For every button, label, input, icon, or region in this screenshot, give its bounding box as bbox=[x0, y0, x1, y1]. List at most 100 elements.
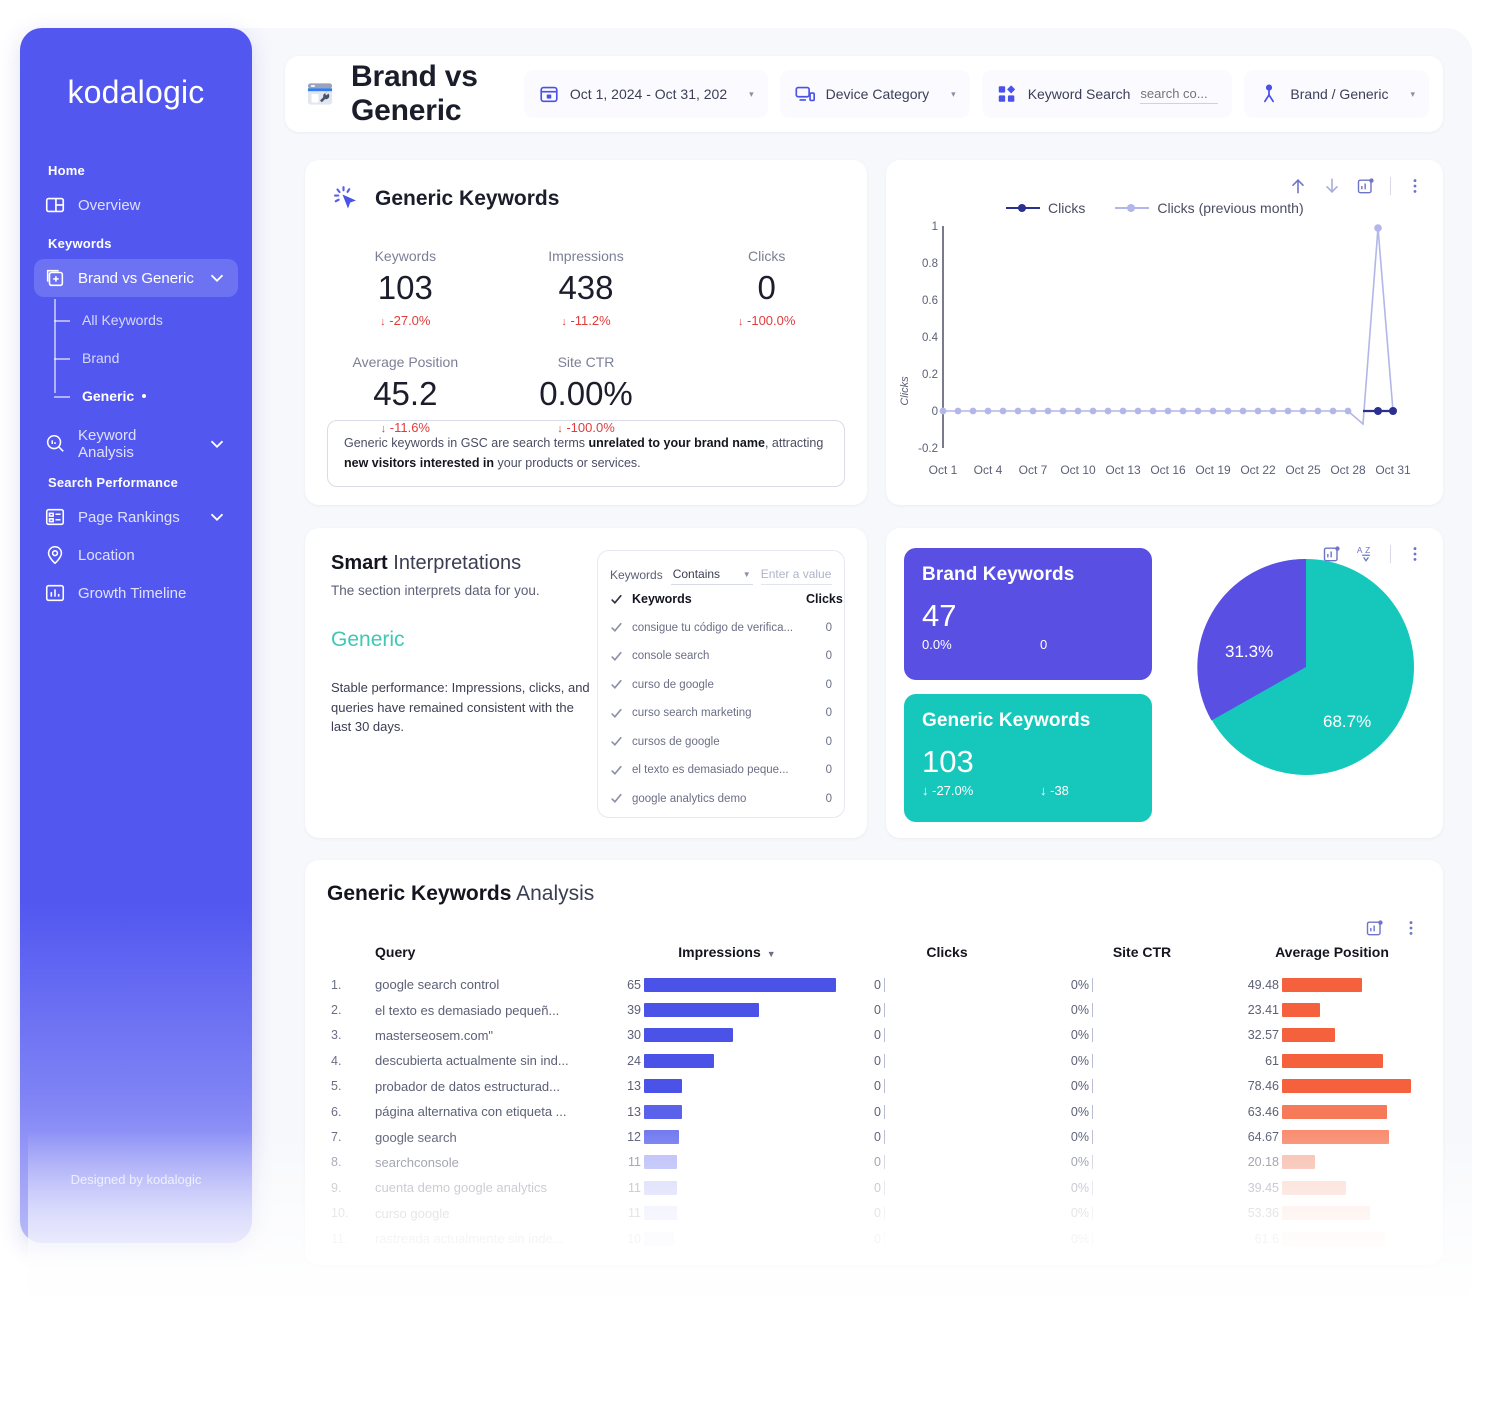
filter-date-range[interactable]: Oct 1, 2024 - Oct 31, 202 ▾ bbox=[523, 70, 768, 118]
row-site-ctr: 0% bbox=[1047, 1180, 1237, 1195]
sidebar-item-page-rankings[interactable]: Page Rankings bbox=[34, 498, 238, 536]
row-average-position: 53.36 bbox=[1237, 1206, 1427, 1221]
search-input[interactable] bbox=[1140, 84, 1219, 104]
kpi-value: 438 bbox=[558, 269, 614, 306]
brand-keywords-delta: 0.0% bbox=[922, 637, 952, 652]
kpi-delta-value: -27.0% bbox=[389, 313, 431, 329]
table-row[interactable]: 3. masterseosem.com" 30 0 0% 32.57 bbox=[321, 1023, 1427, 1048]
brand-generic-split-card: AZ Brand Keywords 47 0.0% 0 Generic Keyw… bbox=[886, 528, 1443, 838]
row-site-ctr: 0% bbox=[1047, 1130, 1237, 1145]
sidebar-subitem-brand[interactable]: Brand bbox=[54, 339, 238, 377]
kpi-keywords: Keywords 103 ↓ -27.0% bbox=[315, 240, 496, 346]
row-clicks: 0 bbox=[847, 1028, 1047, 1043]
sort-ascending-icon[interactable] bbox=[1288, 176, 1308, 196]
filter-brand-generic[interactable]: Brand / Generic ▾ bbox=[1244, 70, 1429, 118]
table-row[interactable]: 11. rastreada actualmente sin inde... 10… bbox=[321, 1226, 1427, 1251]
sidebar-item-overview[interactable]: Overview bbox=[34, 186, 238, 224]
sidebar-subitem-all-keywords[interactable]: All Keywords bbox=[54, 301, 238, 339]
row-query: searchconsole bbox=[375, 1154, 459, 1170]
generic-keywords-stat-card: Generic Keywords 103 ↓ -27.0% ↓ -38 bbox=[904, 694, 1152, 822]
table-row[interactable]: 2. el texto es demasiado pequeñ... 39 0 … bbox=[321, 997, 1427, 1022]
row-impressions: 39 bbox=[607, 1003, 847, 1018]
column-header-query[interactable]: Query bbox=[367, 944, 607, 960]
location-pin-icon bbox=[47, 545, 63, 565]
filter-value-input[interactable]: Enter a value bbox=[760, 565, 832, 585]
table-row[interactable]: 6. página alternativa con etiqueta ... 1… bbox=[321, 1099, 1427, 1124]
line-chart-toolbar bbox=[1288, 176, 1425, 196]
column-header-site-ctr[interactable]: Site CTR bbox=[1047, 944, 1237, 960]
column-header-clicks: Clicks bbox=[806, 592, 843, 607]
row-average-position: 61.6 bbox=[1237, 1231, 1427, 1246]
note-text: your products or services. bbox=[494, 455, 641, 470]
row-query: probador de datos estructurad... bbox=[375, 1078, 561, 1094]
column-header-average-position[interactable]: Average Position bbox=[1237, 944, 1427, 960]
list-item[interactable]: el texto es demasiado peque... 0 bbox=[610, 756, 832, 785]
row-query: descubierta actualmente sin ind... bbox=[375, 1053, 569, 1069]
sidebar-item-location[interactable]: Location bbox=[34, 536, 238, 574]
pie-label-brand: 31.3% bbox=[1225, 642, 1274, 661]
svg-text:1: 1 bbox=[932, 221, 938, 233]
row-impressions: 30 bbox=[607, 1028, 847, 1043]
sidebar-subitem-generic[interactable]: Generic bbox=[54, 377, 238, 415]
check-icon[interactable] bbox=[610, 593, 623, 606]
row-average-position: 64.67 bbox=[1237, 1130, 1427, 1145]
keywords-filter-label: Keywords bbox=[610, 568, 663, 582]
operator-select[interactable]: Contains ▼ bbox=[670, 565, 753, 585]
sidebar-subitem-label: Generic bbox=[82, 388, 135, 404]
overview-icon bbox=[45, 197, 65, 213]
list-item[interactable]: curso search marketing 0 bbox=[610, 699, 832, 728]
legend-swatch bbox=[1006, 204, 1040, 212]
check-icon[interactable] bbox=[610, 650, 623, 663]
sidebar-item-growth-timeline[interactable]: Growth Timeline bbox=[34, 574, 238, 612]
chevron-down-icon: ▾ bbox=[951, 88, 956, 99]
calendar-icon bbox=[540, 86, 558, 103]
sidebar-item-brand-vs-generic[interactable]: Brand vs Generic bbox=[34, 259, 238, 297]
kpi-value: 0.00% bbox=[539, 375, 633, 413]
operator-value: Contains bbox=[672, 567, 721, 581]
column-header-keywords: Keywords bbox=[632, 592, 692, 607]
check-icon[interactable] bbox=[610, 764, 623, 777]
table-row[interactable]: 1. google search control 65 0 0% 49.48 bbox=[321, 972, 1427, 997]
filter-label: Brand / Generic bbox=[1290, 86, 1389, 102]
column-header-impressions[interactable]: Impressions ▼ bbox=[607, 944, 847, 960]
row-site-ctr: 0% bbox=[1047, 1053, 1237, 1068]
more-options-icon[interactable] bbox=[1405, 176, 1425, 196]
row-clicks: 0 bbox=[847, 1104, 1047, 1119]
filter-keyword-search[interactable]: Keyword Search bbox=[981, 70, 1233, 118]
generic-keywords-change: ↓ -38 bbox=[1040, 783, 1069, 798]
analysis-title-rest: Analysis bbox=[511, 882, 595, 905]
check-icon[interactable] bbox=[610, 707, 623, 720]
list-item[interactable]: cursos de google 0 bbox=[610, 728, 832, 757]
table-row[interactable]: 8. searchconsole 11 0 0% 20.18 bbox=[321, 1150, 1427, 1175]
table-row[interactable]: 7. google search 12 0 0% 64.67 bbox=[321, 1124, 1427, 1149]
row-query: masterseosem.com" bbox=[375, 1027, 494, 1043]
filter-device-category[interactable]: Device Category ▾ bbox=[779, 70, 970, 118]
column-header-clicks[interactable]: Clicks bbox=[847, 944, 1047, 960]
keywords-list-header: Keywords Clicks bbox=[610, 585, 843, 614]
export-chart-icon[interactable] bbox=[1356, 176, 1376, 196]
generic-keywords-count: 103 bbox=[922, 744, 974, 779]
list-item[interactable]: curso de google 0 bbox=[610, 671, 832, 700]
table-row[interactable]: 9. cuenta demo google analytics 11 0 0% … bbox=[321, 1175, 1427, 1200]
check-icon[interactable] bbox=[610, 678, 623, 691]
table-row[interactable]: 10. curso google 11 0 0% 53.36 bbox=[321, 1201, 1427, 1226]
row-average-position: 61 bbox=[1237, 1053, 1427, 1068]
sort-descending-icon[interactable] bbox=[1322, 176, 1342, 196]
svg-text:Oct 1: Oct 1 bbox=[929, 463, 958, 477]
table-row[interactable]: 5. probador de datos estructurad... 13 0… bbox=[321, 1074, 1427, 1099]
sidebar-item-keyword-analysis[interactable]: Keyword Analysis bbox=[34, 425, 238, 463]
check-icon[interactable] bbox=[610, 621, 623, 634]
generic-keywords-title: Generic Keywords bbox=[922, 710, 1091, 731]
check-icon[interactable] bbox=[610, 792, 623, 805]
list-item[interactable]: google analytics demo 0 bbox=[610, 785, 832, 814]
list-item[interactable]: console search 0 bbox=[610, 642, 832, 671]
filter-label: Device Category bbox=[825, 86, 930, 102]
smart-title-bold: Smart bbox=[331, 552, 388, 574]
smart-title-rest: Interpretations bbox=[387, 552, 522, 574]
row-query: cuenta demo google analytics bbox=[375, 1180, 548, 1196]
list-item[interactable]: consigue tu código de verifica... 0 bbox=[610, 614, 832, 643]
check-icon[interactable] bbox=[610, 735, 623, 748]
svg-text:Clicks: Clicks bbox=[899, 376, 911, 406]
generic-keywords-footer: ↓ -27.0% ↓ -38 bbox=[922, 783, 1134, 798]
table-row[interactable]: 4. descubierta actualmente sin ind... 24… bbox=[321, 1048, 1427, 1073]
